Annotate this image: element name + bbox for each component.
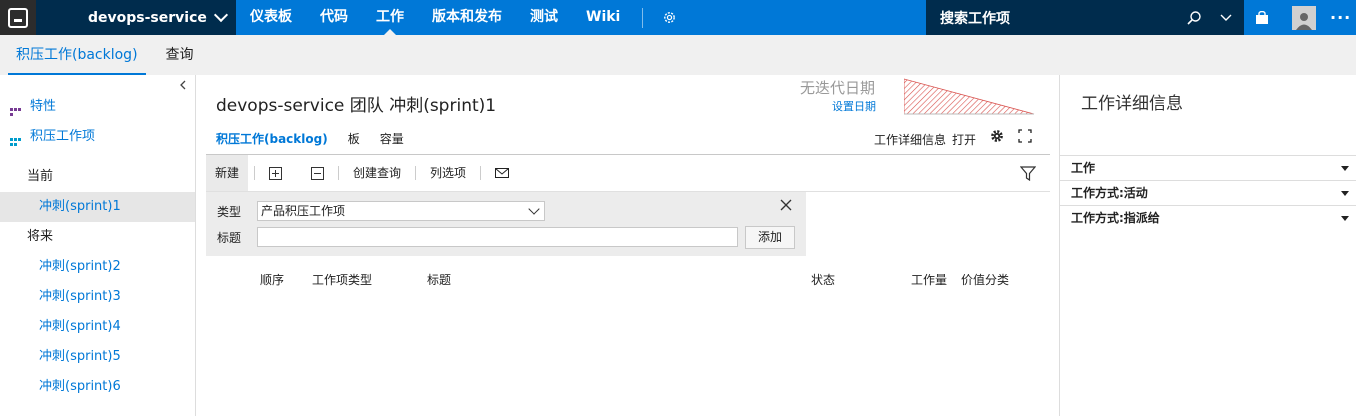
toolbar-divider [254, 166, 256, 180]
top-bar: devops-service 仪表板 代码 工作 版本和发布 测试 Wiki 搜… [0, 0, 1356, 35]
chevron-down-icon [213, 7, 229, 22]
backlog-column-headers: 顺序 工作项类型 标题 状态 工作量 价值分类 [196, 271, 1060, 291]
sprint-item[interactable]: 冲刺(sprint)2 [0, 252, 195, 282]
toolbar-divider [338, 166, 340, 180]
add-item-panel: 类型 产品积压工作项 标题 添加 [206, 192, 806, 256]
search-label: 搜索工作项 [940, 10, 1010, 27]
more-options-icon[interactable]: ··· [1330, 8, 1351, 27]
close-icon[interactable] [780, 199, 792, 214]
type-label: 类型 [217, 205, 242, 219]
work-details-title: 工作详细信息 [1081, 94, 1183, 114]
column-header-title[interactable]: 标题 [427, 271, 451, 288]
future-heading: 将来 [27, 229, 54, 244]
work-details-pane: 工作详细信息 工作 工作方式:活动 工作方式:指派给 [1059, 75, 1356, 416]
features-icon [10, 101, 24, 116]
expand-all-icon [269, 166, 283, 180]
tab-board[interactable]: 板 [348, 130, 360, 147]
backlog-toolbar: 新建 创建查询 列选项 [206, 154, 1050, 192]
search-box[interactable]: 搜索工作项 [926, 0, 1244, 35]
nav-wiki[interactable]: Wiki [572, 0, 634, 35]
current-heading: 当前 [27, 169, 54, 184]
nav-backlog-items-label: 积压工作项 [30, 129, 96, 144]
details-section-work[interactable]: 工作 [1060, 155, 1356, 180]
collapse-all-button[interactable] [303, 155, 332, 191]
column-header-state[interactable]: 状态 [811, 271, 835, 288]
new-item-button[interactable]: 新建 [206, 155, 249, 191]
settings-gear-icon[interactable] [990, 129, 1004, 146]
nav-release[interactable]: 版本和发布 [418, 0, 516, 35]
dropdown-arrow-icon [1341, 191, 1349, 196]
sprint-item[interactable]: 冲刺(sprint)6 [0, 372, 195, 402]
fullscreen-icon[interactable] [1018, 129, 1032, 146]
backlog-nav-panel: 特性 积压工作项 当前 冲刺(sprint)1 将来 冲刺(sprint)2 冲… [0, 75, 196, 416]
nav-test[interactable]: 测试 [516, 0, 572, 35]
hub-nav: 仪表板 代码 工作 版本和发布 测试 Wiki [236, 0, 677, 35]
main-content: devops-service 团队 冲刺(sprint)1 无迭代日期 设置日期… [196, 75, 1060, 416]
column-options-button[interactable]: 列选项 [422, 155, 474, 191]
nav-backlog-items[interactable]: 积压工作项 [0, 122, 195, 152]
details-section-label: 工作方式:活动 [1071, 186, 1148, 200]
toolbar-divider [480, 166, 482, 180]
work-details-label: 工作详细信息 [874, 133, 947, 147]
backlog-view-tabs: 积压工作(backlog) 板 容量 [216, 130, 424, 147]
nav-dashboard[interactable]: 仪表板 [236, 0, 306, 35]
app-logo-icon[interactable] [0, 0, 36, 35]
toolbar-divider [415, 166, 417, 180]
collapse-all-icon [311, 166, 325, 180]
add-button[interactable]: 添加 [745, 226, 795, 249]
email-icon [495, 168, 510, 178]
email-button[interactable] [487, 155, 517, 191]
project-selector[interactable]: devops-service [36, 0, 236, 35]
tab-queries[interactable]: 查询 [158, 35, 202, 75]
nav-work[interactable]: 工作 [362, 0, 418, 35]
nav-divider [642, 7, 644, 28]
title-label: 标题 [217, 231, 242, 245]
chevron-down-icon [528, 203, 540, 215]
set-dates-link[interactable]: 设置日期 [832, 98, 876, 114]
nav-code[interactable]: 代码 [306, 0, 362, 35]
sprint-item[interactable]: 冲刺(sprint)5 [0, 342, 195, 372]
backlog-items-icon [10, 131, 24, 146]
create-query-button[interactable]: 创建查询 [345, 155, 409, 191]
dropdown-arrow-icon [1341, 166, 1349, 171]
marketplace-bag-icon[interactable] [1244, 0, 1280, 35]
expand-all-button[interactable] [261, 155, 290, 191]
work-details-state: 打开 [952, 133, 977, 147]
no-iteration-dates: 无迭代日期 [800, 79, 876, 97]
burndown-chart-thumbnail[interactable] [904, 77, 1036, 115]
nav-features-label: 特性 [30, 99, 57, 114]
details-section-activity[interactable]: 工作方式:活动 [1060, 180, 1356, 205]
user-avatar[interactable] [1292, 5, 1316, 30]
project-name: devops-service [88, 9, 207, 26]
work-details-toggle[interactable]: 工作详细信息 打开 [874, 131, 976, 148]
filter-icon[interactable] [1019, 166, 1037, 184]
search-icon[interactable] [1186, 10, 1202, 26]
sprint-item[interactable]: 冲刺(sprint)4 [0, 312, 195, 342]
dropdown-arrow-icon [1341, 216, 1349, 221]
work-item-type-select[interactable]: 产品积压工作项 [257, 201, 545, 221]
work-subtabs: 积压工作(backlog) 查询 [0, 35, 1356, 75]
page-title: devops-service 团队 冲刺(sprint)1 [216, 96, 497, 116]
settings-gear-icon[interactable] [661, 10, 677, 26]
nav-features[interactable]: 特性 [0, 92, 195, 122]
title-input[interactable] [257, 227, 738, 247]
details-section-label: 工作方式:指派给 [1071, 211, 1160, 225]
column-header-effort[interactable]: 工作量 [911, 271, 947, 288]
details-section-label: 工作 [1071, 161, 1096, 175]
column-header-type[interactable]: 工作项类型 [312, 271, 372, 288]
sprint-item[interactable]: 冲刺(sprint)3 [0, 282, 195, 312]
tab-backlog-view[interactable]: 积压工作(backlog) [216, 130, 328, 147]
column-header-value-area[interactable]: 价值分类 [961, 271, 1009, 288]
work-item-type-value: 产品积压工作项 [261, 204, 346, 218]
sprint-item-current[interactable]: 冲刺(sprint)1 [0, 192, 195, 222]
column-header-order[interactable]: 顺序 [260, 271, 284, 288]
tab-capacity[interactable]: 容量 [380, 130, 404, 147]
collapse-panel-icon[interactable] [179, 79, 187, 93]
top-right-tools: ··· [1244, 0, 1351, 35]
tab-backlog[interactable]: 积压工作(backlog) [8, 35, 146, 75]
chevron-down-icon[interactable] [1220, 10, 1232, 26]
details-section-assigned-to[interactable]: 工作方式:指派给 [1060, 205, 1356, 230]
